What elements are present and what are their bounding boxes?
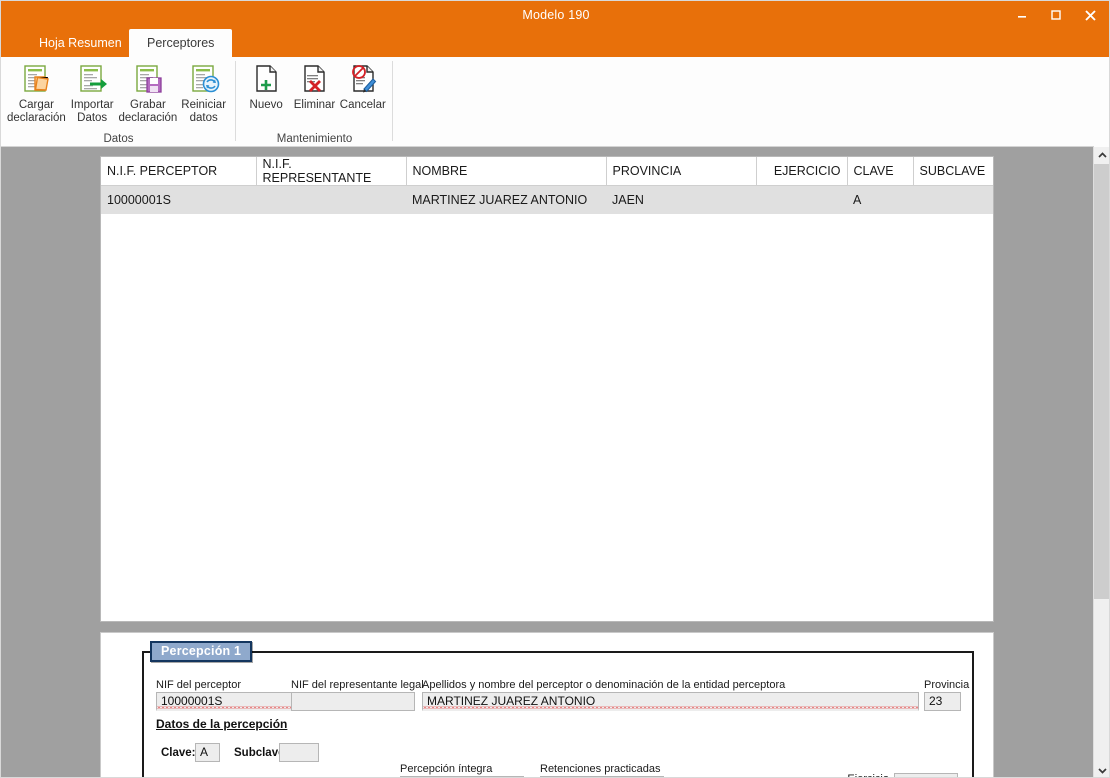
close-icon xyxy=(1084,9,1096,21)
provincia-input[interactable]: 23 xyxy=(924,692,961,711)
datos-percepcion-heading: Datos de la percepción xyxy=(156,717,288,731)
ejercicio-devengo-label: Ejercicio de devengo xyxy=(839,774,889,778)
document-save-icon xyxy=(131,61,165,97)
nif-representante-label: NIF del representante legal xyxy=(291,679,424,691)
ribbon-button-label: Reiniciar datos xyxy=(181,99,227,124)
ribbon-button-label: Nuevo xyxy=(249,99,283,111)
percepcion-group-title: Percepción 1 xyxy=(150,641,253,662)
ribbon-group-mantenimiento: Nuevo Eliminar Cancelar Mantenimiento xyxy=(236,57,393,147)
nif-perceptor-label: NIF del perceptor xyxy=(156,679,241,691)
ejercicio-devengo-input[interactable] xyxy=(894,773,958,777)
close-button[interactable] xyxy=(1073,2,1107,28)
cell-provincia: JAEN xyxy=(606,185,756,214)
window-controls xyxy=(1005,1,1107,29)
chevron-up-icon xyxy=(1097,152,1107,158)
vertical-scrollbar[interactable] xyxy=(1093,139,1109,777)
grid-column-nombre[interactable]: NOMBRE xyxy=(406,157,607,186)
ribbon-button-importar-datos[interactable]: Importar Datos xyxy=(66,57,119,125)
ribbon-button-cargar-declaracion[interactable]: Cargar declaración xyxy=(7,57,66,125)
cell-nombre: MARTINEZ JUAREZ ANTONIO xyxy=(406,185,606,214)
ribbon-button-label: Cargar declaración xyxy=(7,99,66,124)
nombre-perceptor-input[interactable]: MARTINEZ JUAREZ ANTONIO xyxy=(422,692,919,711)
nif-representante-input[interactable] xyxy=(291,692,415,711)
ribbon-group-separator xyxy=(392,61,393,141)
document-import-icon xyxy=(75,61,109,97)
grid-header-row: N.I.F. PERCEPTOR N.I.F. REPRESENTANTE NO… xyxy=(101,157,993,186)
clave-label: Clave: xyxy=(161,747,196,759)
cell-ejercicio xyxy=(756,185,847,214)
ribbon-button-label: Cancelar xyxy=(339,99,386,111)
scrollbar-corner xyxy=(1094,139,1109,147)
scroll-down-button[interactable] xyxy=(1094,762,1109,777)
window-title: Modelo 190 xyxy=(522,8,590,22)
ribbon-groups: Cargar declaración Importar Datos Grabar… xyxy=(1,57,393,147)
ribbon-button-label: Eliminar xyxy=(293,99,336,111)
page-add-icon xyxy=(249,61,283,97)
clave-input[interactable]: A xyxy=(195,743,220,762)
chevron-down-icon xyxy=(1097,768,1107,774)
nombre-perceptor-label: Apellidos y nombre del perceptor o denom… xyxy=(422,679,786,691)
ribbon-button-nuevo[interactable]: Nuevo xyxy=(242,57,290,112)
grid-column-nif-representante[interactable]: N.I.F. REPRESENTANTE xyxy=(256,157,407,186)
ribbon-group-label: Mantenimiento xyxy=(276,133,353,145)
ribbon-button-grabar-declaracion[interactable]: Grabar declaración xyxy=(118,57,178,125)
tab-hoja-resumen[interactable]: Hoja Resumen xyxy=(23,29,138,57)
maximize-icon xyxy=(1051,10,1061,20)
cell-clave: A xyxy=(847,185,913,214)
ribbon-tabstrip: Hoja Resumen Perceptores xyxy=(1,29,1109,57)
cell-nif-representante xyxy=(256,185,406,214)
ribbon-button-label: Importar Datos xyxy=(70,99,114,124)
scroll-up-button[interactable] xyxy=(1094,147,1109,164)
ribbon-group-label: Datos xyxy=(103,133,134,145)
ribbon-button-eliminar[interactable]: Eliminar xyxy=(290,57,338,112)
page-delete-icon xyxy=(297,61,331,97)
work-area: N.I.F. PERCEPTOR N.I.F. REPRESENTANTE NO… xyxy=(1,147,1095,778)
percepcion-groupbox: Percepción 1 NIF del perceptor 10000001S… xyxy=(142,641,974,778)
grid-column-provincia[interactable]: PROVINCIA xyxy=(606,157,757,186)
perceptores-grid-panel: N.I.F. PERCEPTOR N.I.F. REPRESENTANTE NO… xyxy=(100,156,994,622)
title-bar: Modelo 190 xyxy=(1,1,1109,29)
table-row[interactable]: 10000001S MARTINEZ JUAREZ ANTONIO JAEN A xyxy=(101,185,993,214)
grid-column-nif-perceptor[interactable]: N.I.F. PERCEPTOR xyxy=(101,157,257,186)
scrollbar-thumb[interactable] xyxy=(1094,164,1109,599)
provincia-label: Provincia xyxy=(924,679,970,691)
grid-column-clave[interactable]: CLAVE xyxy=(847,157,914,186)
page-cancel-icon xyxy=(346,61,380,97)
document-open-icon xyxy=(19,61,53,97)
ribbon-button-cancelar[interactable]: Cancelar xyxy=(339,57,387,112)
cell-nif-perceptor: 10000001S xyxy=(101,185,256,214)
percepcion-detail-panel: Percepción 1 NIF del perceptor 10000001S… xyxy=(100,632,994,778)
cell-subclave xyxy=(913,185,993,214)
grid-column-subclave[interactable]: SUBCLAVE xyxy=(913,157,993,186)
application-window: Modelo 190 Hoja Resumen Perceptores Carg… xyxy=(0,0,1110,778)
worksheet: N.I.F. PERCEPTOR N.I.F. REPRESENTANTE NO… xyxy=(1,147,1095,778)
ribbon-button-reiniciar-datos[interactable]: Reiniciar datos xyxy=(177,57,230,125)
ribbon-button-label: Grabar declaración xyxy=(118,99,178,124)
ribbon: Cargar declaración Importar Datos Grabar… xyxy=(1,57,1109,147)
perceptores-grid[interactable]: N.I.F. PERCEPTOR N.I.F. REPRESENTANTE NO… xyxy=(101,157,993,214)
subclave-input[interactable] xyxy=(279,743,319,762)
grid-column-ejercicio[interactable]: EJERCICIO xyxy=(756,157,848,186)
ribbon-group-datos: Cargar declaración Importar Datos Grabar… xyxy=(1,57,236,147)
minimize-button[interactable] xyxy=(1005,2,1039,28)
nif-perceptor-input[interactable]: 10000001S xyxy=(156,692,300,711)
maximize-button[interactable] xyxy=(1039,2,1073,28)
minimize-icon xyxy=(1018,16,1026,18)
field-label: Percepción íntegra xyxy=(400,763,493,775)
document-refresh-icon xyxy=(187,61,221,97)
tab-perceptores[interactable]: Perceptores xyxy=(129,29,233,57)
field-label: Retenciones practicadas xyxy=(540,763,661,775)
